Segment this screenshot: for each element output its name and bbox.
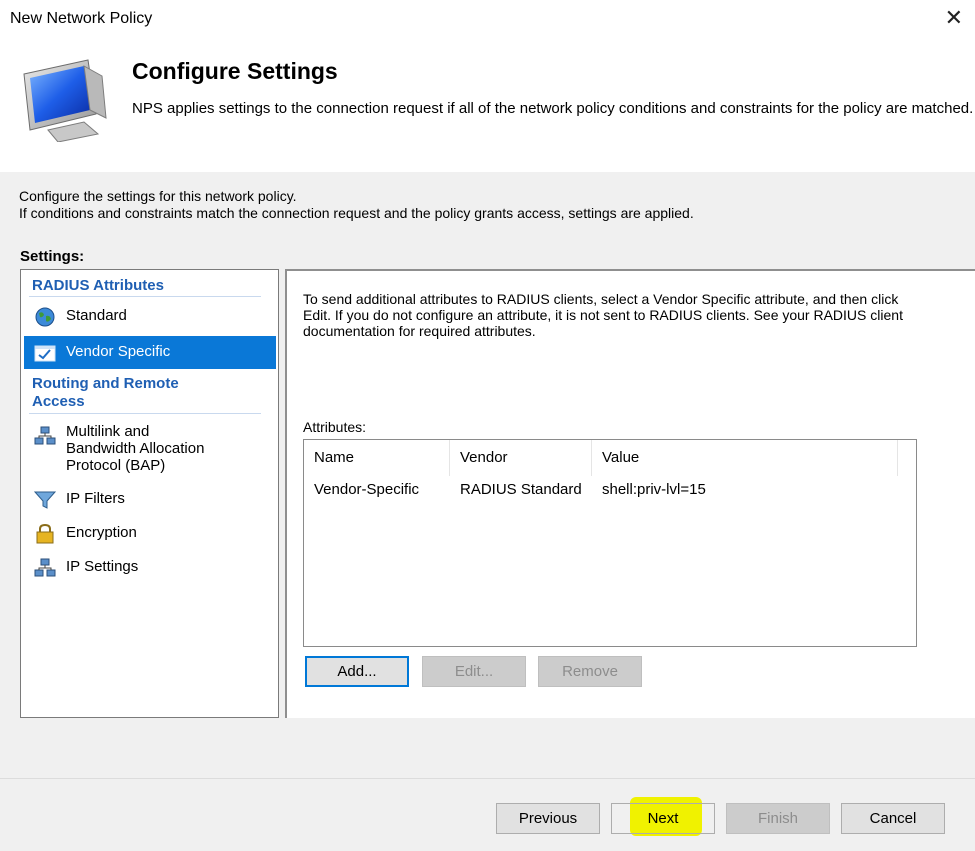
close-icon[interactable]: ✕ <box>945 5 963 31</box>
intro-line-2: If conditions and constraints match the … <box>19 205 694 221</box>
wizard-body: Configure the settings for this network … <box>0 172 975 778</box>
network-icon <box>34 426 56 445</box>
nav-item-label: IP Filters <box>66 490 125 507</box>
column-header-vendor[interactable]: Vendor <box>450 440 592 476</box>
nav-item-label: IP Settings <box>66 558 139 575</box>
previous-button[interactable]: Previous <box>496 803 600 834</box>
nav-item-vendor-specific[interactable]: Vendor Specific <box>24 336 276 369</box>
group-title-line-1: Routing and Remote <box>32 375 179 392</box>
cell-name: Vendor-Specific <box>314 481 420 498</box>
next-button[interactable]: Next <box>611 803 715 834</box>
nav-item-ip-filters[interactable]: IP Filters <box>24 483 276 516</box>
nav-label-line-3: Protocol (BAP) <box>66 457 166 474</box>
cell-vendor: RADIUS Standard <box>460 481 582 498</box>
nav-label-line-2: Bandwidth Allocation <box>66 440 205 457</box>
group-routing-remote-access: Routing and Remote Access <box>32 375 179 411</box>
table-row[interactable]: Vendor-Specific RADIUS Standard shell:pr… <box>304 478 916 502</box>
attributes-label: Attributes: <box>303 419 367 435</box>
vendor-specific-panel: To send additional attributes to RADIUS … <box>285 269 975 718</box>
checkbox-window-icon <box>34 345 56 362</box>
finish-button[interactable]: Finish <box>726 803 830 834</box>
title-bar: New Network Policy ✕ <box>0 0 975 38</box>
group-title-line-2: Access <box>32 393 85 410</box>
settings-tree: RADIUS Attributes Standard Vendor Specif… <box>20 269 279 718</box>
page-description: NPS applies settings to the connection r… <box>132 100 974 117</box>
intro-text: Configure the settings for this network … <box>19 188 694 222</box>
nav-item-ip-settings[interactable]: IP Settings <box>24 551 276 584</box>
network-icon <box>34 558 56 577</box>
wizard-header: Configure Settings NPS applies settings … <box>0 38 975 172</box>
nav-item-multilink-bap[interactable]: Multilink and Bandwidth Allocation Proto… <box>24 418 276 480</box>
column-header-value[interactable]: Value <box>592 440 898 476</box>
nav-item-label: Multilink and Bandwidth Allocation Proto… <box>66 423 204 474</box>
settings-label: Settings: <box>20 248 85 265</box>
window-title: New Network Policy <box>10 10 153 27</box>
group-divider <box>29 413 261 414</box>
globe-icon <box>35 307 55 327</box>
page-title: Configure Settings <box>132 58 338 84</box>
remove-button[interactable]: Remove <box>538 656 642 687</box>
monitor-icon <box>23 59 107 142</box>
cell-value: shell:priv-lvl=15 <box>602 481 706 498</box>
nav-item-label: Encryption <box>66 524 137 541</box>
nav-item-label: Vendor Specific <box>66 343 171 360</box>
vendor-description: To send additional attributes to RADIUS … <box>303 291 903 339</box>
attributes-list[interactable]: Name Vendor Value Vendor-Specific RADIUS… <box>303 439 917 647</box>
intro-line-1: Configure the settings for this network … <box>19 188 297 204</box>
group-radius-attributes: RADIUS Attributes <box>32 277 164 294</box>
column-header-name[interactable]: Name <box>304 440 450 476</box>
group-divider <box>29 296 261 297</box>
funnel-icon <box>34 491 56 509</box>
lock-icon <box>36 524 54 544</box>
nav-item-standard[interactable]: Standard <box>24 300 276 333</box>
wizard-footer: Previous Next Finish Cancel <box>0 778 975 851</box>
cancel-button[interactable]: Cancel <box>841 803 945 834</box>
nav-item-encryption[interactable]: Encryption <box>24 517 276 550</box>
nav-item-label: Standard <box>66 307 127 324</box>
add-button[interactable]: Add... <box>305 656 409 687</box>
edit-button[interactable]: Edit... <box>422 656 526 687</box>
nav-label-line-1: Multilink and <box>66 423 150 440</box>
